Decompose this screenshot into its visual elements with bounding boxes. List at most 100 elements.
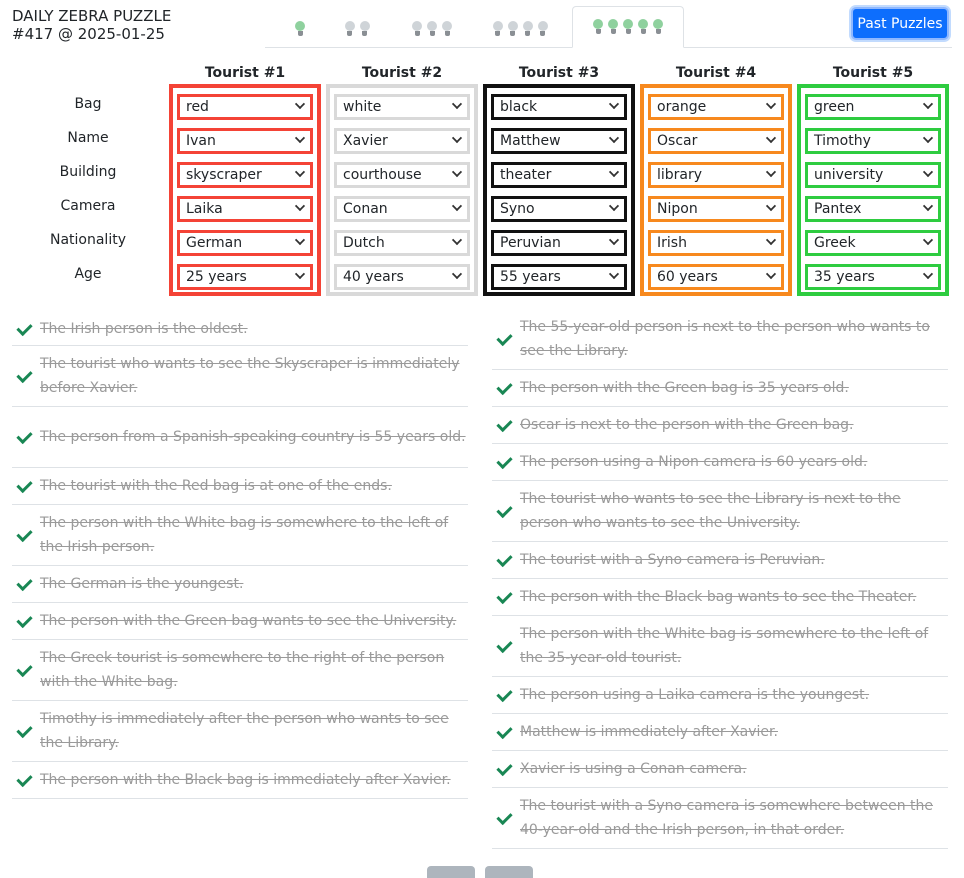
pager-button-next[interactable] (485, 866, 533, 878)
checkmark-icon[interactable] (496, 380, 512, 396)
select-value: Dutch (343, 235, 385, 251)
clue-item[interactable]: The person with the Black bag is immedia… (12, 762, 468, 799)
checkmark-icon[interactable] (16, 613, 32, 629)
select-age-3[interactable]: 55 years (491, 264, 627, 290)
clue-text: The person using a Laika camera is the y… (520, 687, 870, 703)
checkmark-icon[interactable] (496, 810, 512, 826)
checkmark-icon[interactable] (16, 662, 32, 678)
select-name-5[interactable]: Timothy (805, 128, 941, 154)
clue-text: Xavier is using a Conan camera. (520, 761, 747, 777)
select-name-2[interactable]: Xavier (334, 128, 470, 154)
clue-item[interactable]: The person with the Green bag is 35 year… (492, 370, 948, 407)
select-age-5[interactable]: 35 years (805, 264, 941, 290)
clue-item[interactable]: The tourist with a Syno camera is Peruvi… (492, 542, 948, 579)
checkmark-icon[interactable] (496, 724, 512, 740)
checkmark-icon[interactable] (16, 772, 32, 788)
past-puzzles-button[interactable]: Past Puzzles (851, 7, 949, 40)
select-nationality-4[interactable]: Irish (648, 230, 784, 256)
clue-item[interactable]: Matthew is immediately after Xavier. (492, 714, 948, 751)
clue-item[interactable]: The Irish person is the oldest. (12, 312, 468, 346)
select-bag-5[interactable]: green (805, 94, 941, 120)
select-building-3[interactable]: theater (491, 162, 627, 188)
checkmark-icon[interactable] (16, 368, 32, 384)
select-age-1[interactable]: 25 years (177, 264, 313, 290)
select-name-4[interactable]: Oscar (648, 128, 784, 154)
checkmark-icon[interactable] (16, 723, 32, 739)
select-nationality-2[interactable]: Dutch (334, 230, 470, 256)
chevron-down-icon (294, 234, 306, 246)
select-building-4[interactable]: library (648, 162, 784, 188)
checkmark-icon[interactable] (496, 761, 512, 777)
clue-item[interactable]: Timothy is immediately after the person … (12, 701, 468, 762)
difficulty-tab-2[interactable] (336, 14, 378, 44)
clue-item[interactable]: The person with the White bag is somewhe… (492, 616, 948, 677)
clue-item[interactable]: The tourist who wants to see the Skyscra… (12, 346, 468, 407)
clue-item[interactable]: The 55-year-old person is next to the pe… (492, 309, 948, 370)
checkmark-icon[interactable] (496, 687, 512, 703)
checkmark-icon[interactable] (16, 321, 32, 337)
difficulty-tab-1[interactable] (286, 14, 314, 44)
select-camera-2[interactable]: Conan (334, 196, 470, 222)
select-value: Timothy (814, 133, 871, 149)
clue-item[interactable]: The person from a Spanish-speaking count… (12, 407, 468, 468)
row-label-camera: Camera (60, 198, 116, 214)
lightbulb-icon (622, 19, 634, 35)
select-value: black (500, 99, 538, 115)
difficulty-tab-4[interactable] (484, 14, 556, 44)
lightbulb-icon (294, 21, 306, 37)
select-bag-4[interactable]: orange (648, 94, 784, 120)
checkmark-icon[interactable] (496, 331, 512, 347)
clue-text: The tourist with a Syno camera is somewh… (520, 798, 934, 838)
clue-item[interactable]: The tourist who wants to see the Library… (492, 481, 948, 542)
clue-text: The tourist with the Red bag is at one o… (40, 478, 392, 494)
select-bag-1[interactable]: red (177, 94, 313, 120)
tourist-header-1: Tourist #1 (204, 65, 286, 81)
checkmark-icon[interactable] (16, 478, 32, 494)
chevron-down-icon (765, 132, 777, 144)
clue-item[interactable]: Xavier is using a Conan camera. (492, 751, 948, 788)
checkmark-icon[interactable] (496, 589, 512, 605)
clue-item[interactable]: The person using a Laika camera is the y… (492, 677, 948, 714)
clue-text: The Greek tourist is somewhere to the ri… (40, 650, 445, 690)
select-camera-3[interactable]: Syno (491, 196, 627, 222)
clue-item[interactable]: Oscar is next to the person with the Gre… (492, 407, 948, 444)
difficulty-tab-3[interactable] (404, 14, 460, 44)
select-building-2[interactable]: courthouse (334, 162, 470, 188)
checkmark-icon[interactable] (16, 527, 32, 543)
select-value: red (186, 99, 209, 115)
clue-item[interactable]: The tourist with the Red bag is at one o… (12, 468, 468, 505)
select-building-1[interactable]: skyscraper (177, 162, 313, 188)
checkmark-icon[interactable] (496, 454, 512, 470)
clue-item[interactable]: The tourist with a Syno camera is somewh… (492, 788, 948, 849)
clue-item[interactable]: The person with the Black bag wants to s… (492, 579, 948, 616)
checkmark-icon[interactable] (16, 576, 32, 592)
clue-item[interactable]: The Greek tourist is somewhere to the ri… (12, 640, 468, 701)
clue-item[interactable]: The person with the Green bag wants to s… (12, 603, 468, 640)
select-building-5[interactable]: university (805, 162, 941, 188)
clue-item[interactable]: The German is the youngest. (12, 566, 468, 603)
select-age-4[interactable]: 60 years (648, 264, 784, 290)
pager-button-prev[interactable] (427, 866, 475, 878)
select-name-3[interactable]: Matthew (491, 128, 627, 154)
select-nationality-3[interactable]: Peruvian (491, 230, 627, 256)
tourist-column-1: red Ivan skyscraper Laika German 25 years (169, 84, 321, 296)
select-nationality-1[interactable]: German (177, 230, 313, 256)
select-camera-5[interactable]: Pantex (805, 196, 941, 222)
select-nationality-5[interactable]: Greek (805, 230, 941, 256)
select-camera-4[interactable]: Nipon (648, 196, 784, 222)
checkmark-icon[interactable] (496, 638, 512, 654)
select-bag-3[interactable]: black (491, 94, 627, 120)
checkmark-icon[interactable] (496, 417, 512, 433)
select-bag-2[interactable]: white (334, 94, 470, 120)
clue-item[interactable]: The person using a Nipon camera is 60 ye… (492, 444, 948, 481)
checkmark-icon[interactable] (16, 429, 32, 445)
select-age-2[interactable]: 40 years (334, 264, 470, 290)
difficulty-tab-5[interactable] (572, 6, 684, 48)
select-camera-1[interactable]: Laika (177, 196, 313, 222)
clue-item[interactable]: The person with the White bag is somewhe… (12, 505, 468, 566)
lightbulb-icon (441, 21, 453, 37)
clue-text: Matthew is immediately after Xavier. (520, 724, 778, 740)
select-name-1[interactable]: Ivan (177, 128, 313, 154)
checkmark-icon[interactable] (496, 552, 512, 568)
checkmark-icon[interactable] (496, 503, 512, 519)
